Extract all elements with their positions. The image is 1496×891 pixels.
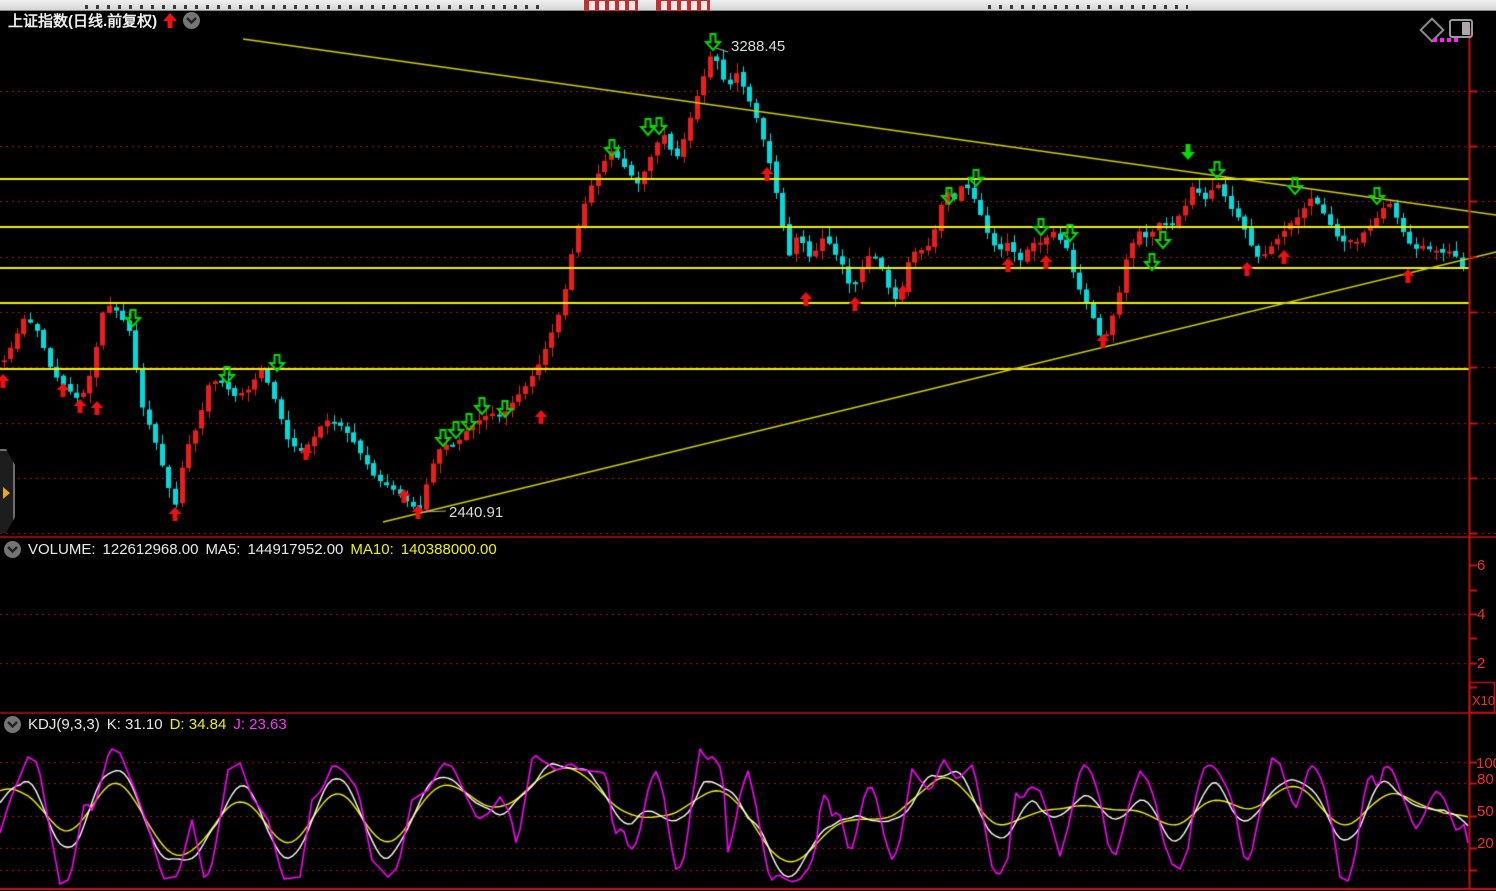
volume-value: 122612968.00 (103, 541, 199, 558)
kdj-d-value: D: 34.84 (170, 716, 227, 733)
trend-up-arrow-icon (163, 13, 177, 28)
toolbar-red-button-2[interactable] (656, 0, 710, 11)
volume-ma5-value: 144917952.00 (247, 541, 343, 558)
chart-title: 上证指数(日线.前复权) (0, 10, 157, 31)
menu-text-remnant (988, 5, 1188, 9)
kdj-axis-tick: 100 (1476, 755, 1496, 772)
collapse-main-chevron-icon[interactable] (183, 12, 200, 29)
kdj-k-value: K: 31.10 (107, 716, 163, 733)
volume-ma10-label: MA10: (350, 541, 393, 558)
toolbar-red-button-1[interactable] (584, 0, 638, 11)
chart-canvas[interactable] (0, 0, 1496, 891)
trading-app-window: 上证指数(日线.前复权) 3288.45 2440.91 VOLUME: 122… (0, 0, 1496, 891)
kdj-pane-header[interactable]: KDJ(9,3,3) K: 31.10 D: 34.84 J: 23.63 (4, 716, 287, 733)
collapse-kdj-chevron-icon[interactable] (4, 716, 21, 733)
kdj-axis-tick: 20 (1477, 835, 1494, 852)
split-window-icon[interactable] (1449, 19, 1473, 38)
high-price-label: 3288.45 (731, 38, 785, 55)
kdj-label: KDJ(9,3,3) (28, 716, 100, 733)
collapse-volume-chevron-icon[interactable] (4, 541, 21, 558)
volume-ma10-value: 140388000.00 (401, 541, 497, 558)
top-menu-bar[interactable] (0, 0, 1496, 11)
volume-axis-tick: 6 (1477, 557, 1485, 574)
kdj-axis-tick: 80 (1477, 771, 1494, 788)
expand-right-triangle-icon (3, 487, 10, 499)
kdj-j-value: J: 23.63 (233, 716, 286, 733)
volume-ma5-label: MA5: (205, 541, 240, 558)
volume-axis-tick: 4 (1477, 606, 1485, 623)
period-dots-indicator (1433, 38, 1458, 42)
volume-axis-tick: 2 (1477, 655, 1485, 672)
volume-pane-header[interactable]: VOLUME: 122612968.00 MA5: 144917952.00 M… (4, 541, 497, 558)
low-price-label: 2440.91 (449, 504, 503, 521)
kdj-axis-tick: 50 (1477, 803, 1494, 820)
menu-text-remnant (85, 5, 545, 9)
volume-unit-label: X10000 (1472, 693, 1495, 708)
chart-title-bar: 上证指数(日线.前复权) (0, 11, 200, 29)
volume-label: VOLUME: (28, 541, 96, 558)
